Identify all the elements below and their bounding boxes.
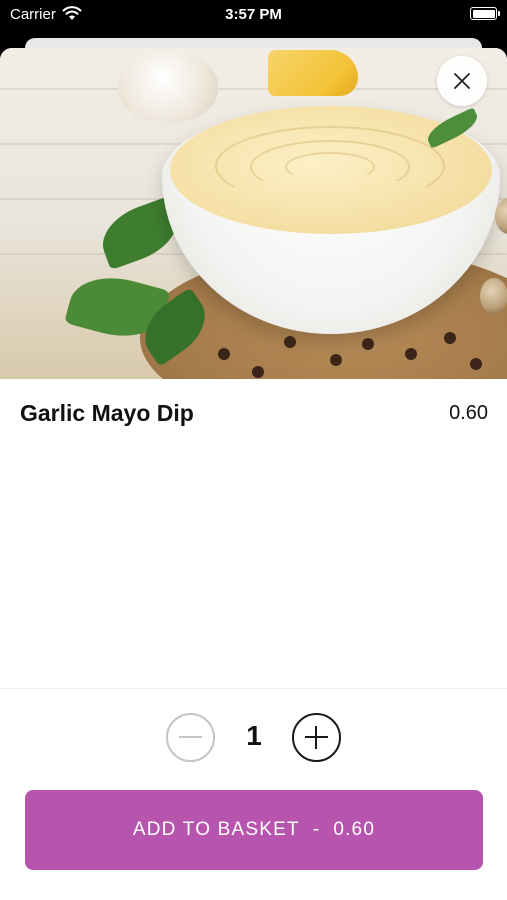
product-price: 0.60 (449, 402, 488, 424)
add-to-basket-separator: - (312, 819, 321, 840)
product-sheet: Garlic Mayo Dip 0.60 1 ADD TO BASKET - 0… (0, 48, 507, 900)
product-image (0, 48, 507, 379)
status-time: 3:57 PM (225, 6, 282, 23)
status-bar: Carrier 3:57 PM (0, 0, 507, 38)
increase-quantity-button[interactable] (292, 713, 341, 762)
battery-icon (470, 7, 500, 20)
close-button[interactable] (437, 56, 487, 106)
product-name: Garlic Mayo Dip (20, 400, 194, 426)
quantity-value: 1 (246, 720, 262, 751)
divider (0, 688, 507, 689)
minus-icon (179, 736, 202, 738)
decrease-quantity-button[interactable] (166, 713, 215, 762)
add-to-basket-total: 0.60 (333, 819, 376, 840)
close-icon (454, 73, 470, 89)
add-to-basket-label: ADD TO BASKET (132, 819, 300, 840)
add-to-basket-button[interactable]: ADD TO BASKET - 0.60 (25, 790, 483, 870)
